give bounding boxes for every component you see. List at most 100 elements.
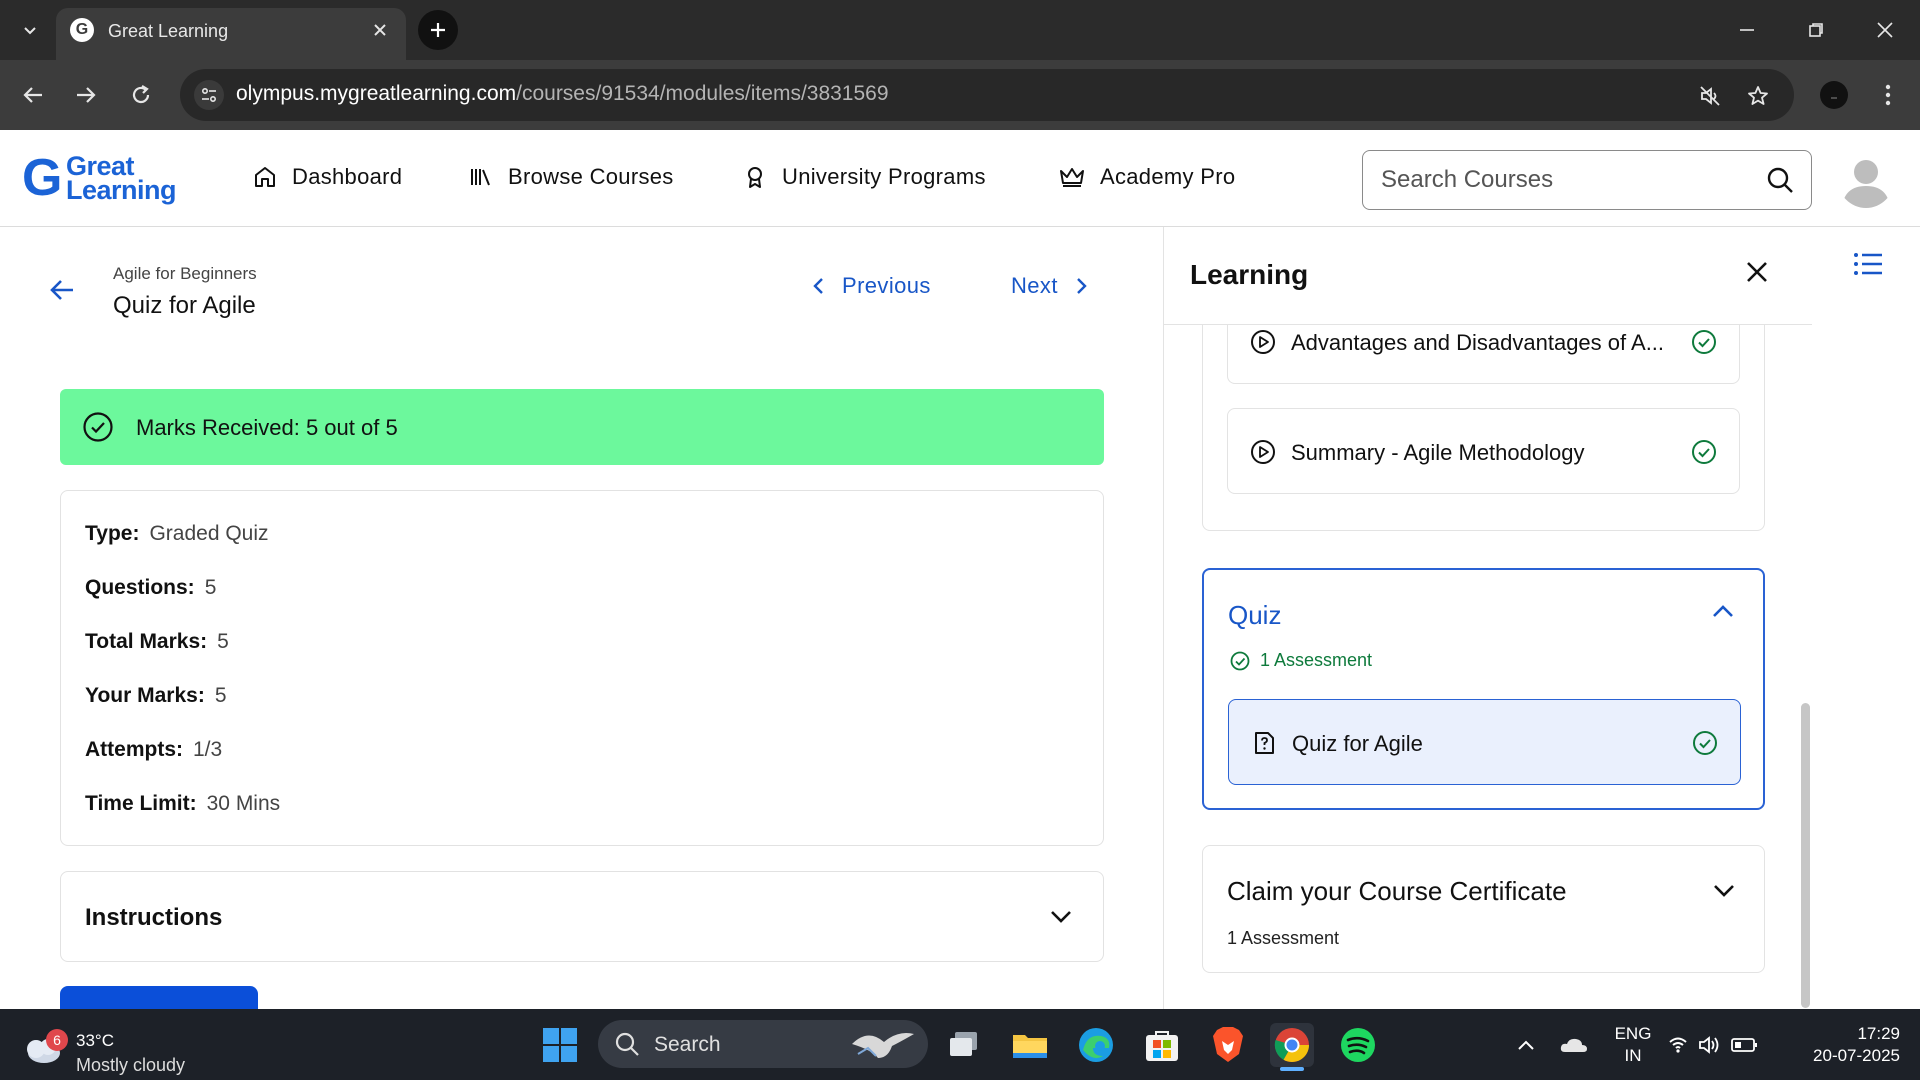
- edge-browser-icon[interactable]: [1074, 1023, 1118, 1067]
- site-settings-icon[interactable]: [194, 80, 224, 110]
- quiz-document-icon: [1251, 730, 1277, 756]
- check-circle-icon: [1230, 651, 1250, 670]
- weather-notification-badge: 6: [46, 1029, 68, 1051]
- library-icon: [471, 169, 490, 186]
- nav-university-programs[interactable]: University Programs: [742, 164, 986, 190]
- reload-icon[interactable]: [123, 77, 159, 113]
- quiz-item-label: Quiz for Agile: [1292, 731, 1423, 756]
- home-icon: [255, 167, 275, 187]
- course-outline-list-icon[interactable]: [1850, 248, 1886, 280]
- onedrive-cloud-icon[interactable]: [1552, 1023, 1596, 1067]
- quiz-info-card: Type: Graded Quiz Questions: 5 Total Marks…: [60, 490, 1104, 846]
- taskbar-search-icon: [615, 1032, 639, 1056]
- microsoft-store-icon[interactable]: [1140, 1023, 1184, 1067]
- tab-muted-icon[interactable]: [1696, 82, 1724, 110]
- task-view-icon[interactable]: [942, 1023, 986, 1067]
- nav-browse-courses[interactable]: Browse Courses: [468, 164, 674, 190]
- back-icon[interactable]: [15, 77, 51, 113]
- chrome-browser-icon[interactable]: [1270, 1023, 1314, 1067]
- taskbar-search[interactable]: Search: [598, 1020, 928, 1068]
- great-learning-favicon-icon: G: [70, 18, 94, 42]
- nav-dashboard[interactable]: Dashboard: [252, 164, 402, 190]
- taskbar-search-label: Search: [654, 1033, 721, 1056]
- url-path: /courses/91534/modules/items/3831569: [516, 82, 889, 105]
- nav-academy-pro-label: Academy Pro: [1100, 164, 1236, 189]
- bookmark-star-icon[interactable]: [1744, 82, 1772, 110]
- award-icon: [748, 167, 762, 188]
- chrome-active-indicator: [1280, 1067, 1304, 1071]
- completed-check-icon: [1691, 329, 1717, 355]
- course-search[interactable]: [1362, 150, 1812, 210]
- chevron-down-icon[interactable]: [1712, 878, 1736, 902]
- browser-tab[interactable]: G Great Learning: [56, 8, 406, 60]
- certificate-section[interactable]: Claim your Course Certificate 1 Assessme…: [1202, 845, 1765, 973]
- language-indicator[interactable]: ENG IN: [1610, 1023, 1656, 1067]
- windows-start-icon[interactable]: [538, 1023, 582, 1067]
- close-icon[interactable]: [1744, 259, 1770, 285]
- next-label: Next: [1011, 273, 1058, 298]
- instructions-title: Instructions: [85, 904, 223, 931]
- spotify-icon[interactable]: [1336, 1023, 1380, 1067]
- user-avatar[interactable]: [1838, 152, 1894, 208]
- quiz-section-title[interactable]: Quiz: [1228, 600, 1281, 631]
- network-volume-battery-group[interactable]: [1666, 1023, 1766, 1067]
- previous-label: Previous: [842, 273, 931, 298]
- browser-tab-bar: G Great Learning: [0, 0, 1920, 60]
- check-circle-icon: [82, 411, 114, 443]
- weather-temp: 33°C: [76, 1031, 114, 1050]
- chevron-left-icon: [813, 278, 823, 294]
- site-header: G Great Learning Dashboard Browse Courses…: [0, 130, 1920, 227]
- nav-university-programs-label: University Programs: [782, 164, 986, 189]
- tab-title: Great Learning: [108, 21, 229, 41]
- search-icon[interactable]: [1765, 165, 1795, 195]
- completed-check-icon: [1692, 730, 1718, 756]
- breadcrumb[interactable]: Agile for Beginners: [113, 264, 257, 284]
- learning-panel: Learning Advantages and Disadvantages of…: [1163, 227, 1812, 1009]
- search-courses-input[interactable]: [1381, 163, 1741, 197]
- play-circle-icon: [1250, 439, 1276, 465]
- show-hidden-icons-chevron-icon[interactable]: [1504, 1023, 1548, 1067]
- chevron-up-icon[interactable]: [1711, 600, 1735, 624]
- info-questions: Questions: 5: [85, 576, 217, 599]
- nav-academy-pro[interactable]: Academy Pro: [1058, 164, 1235, 190]
- address-bar[interactable]: olympus.mygreatlearning.com/courses/9153…: [180, 69, 1794, 121]
- url-host: olympus.mygreatlearning.com: [236, 82, 517, 105]
- new-tab-plus-icon[interactable]: [418, 10, 458, 50]
- close-window-icon[interactable]: [1862, 10, 1908, 50]
- tab-close-icon[interactable]: [368, 18, 392, 42]
- quiz-item-active[interactable]: Quiz for Agile: [1228, 699, 1741, 785]
- instructions-accordion[interactable]: Instructions: [60, 871, 1104, 962]
- browser-menu-icon[interactable]: [1870, 77, 1906, 113]
- back-arrow-icon[interactable]: [44, 272, 80, 308]
- chevron-down-icon[interactable]: [1049, 904, 1073, 928]
- brave-browser-icon[interactable]: [1206, 1023, 1250, 1067]
- primary-action-button[interactable]: [60, 986, 258, 1010]
- profile-icon[interactable]: [1816, 77, 1852, 113]
- lesson-label: Advantages and Disadvantages of A...: [1291, 330, 1665, 355]
- lesson-item[interactable]: Summary - Agile Methodology: [1227, 408, 1740, 494]
- tab-search-chevron-icon[interactable]: [14, 14, 46, 46]
- learning-panel-header: Learning: [1164, 227, 1812, 325]
- browser-toolbar: olympus.mygreatlearning.com/courses/9153…: [0, 60, 1920, 130]
- panel-scrollbar-thumb[interactable]: [1801, 703, 1810, 1008]
- previous-button[interactable]: Previous: [812, 273, 931, 299]
- minimize-icon[interactable]: [1724, 10, 1770, 50]
- forward-icon[interactable]: [68, 77, 104, 113]
- info-time-limit: Time Limit: 30 Mins: [85, 792, 281, 815]
- restore-icon[interactable]: [1793, 10, 1839, 50]
- nav-browse-courses-label: Browse Courses: [508, 164, 674, 189]
- nav-dashboard-label: Dashboard: [292, 164, 403, 189]
- windows-taskbar: 6 33°C Mostly cloudy Search ENG IN 17:29…: [0, 1009, 1920, 1080]
- next-button[interactable]: Next: [1011, 273, 1088, 299]
- logo-text: Great Learning: [66, 151, 177, 205]
- weather-widget[interactable]: 6 33°C Mostly cloudy: [20, 1019, 220, 1075]
- crown-icon: [1060, 168, 1084, 187]
- url-text: olympus.mygreatlearning.com/courses/9153…: [236, 82, 889, 106]
- great-learning-logo[interactable]: G Great Learning: [22, 150, 182, 208]
- info-total-marks: Total Marks: 5: [85, 630, 229, 653]
- file-explorer-icon[interactable]: [1008, 1023, 1052, 1067]
- chevron-right-icon: [1076, 278, 1087, 294]
- logo-g-mark-icon: G: [22, 149, 63, 207]
- quiz-assessment-count: 1 Assessment: [1230, 650, 1372, 671]
- clock[interactable]: 17:29 20-07-2025: [1790, 1023, 1900, 1067]
